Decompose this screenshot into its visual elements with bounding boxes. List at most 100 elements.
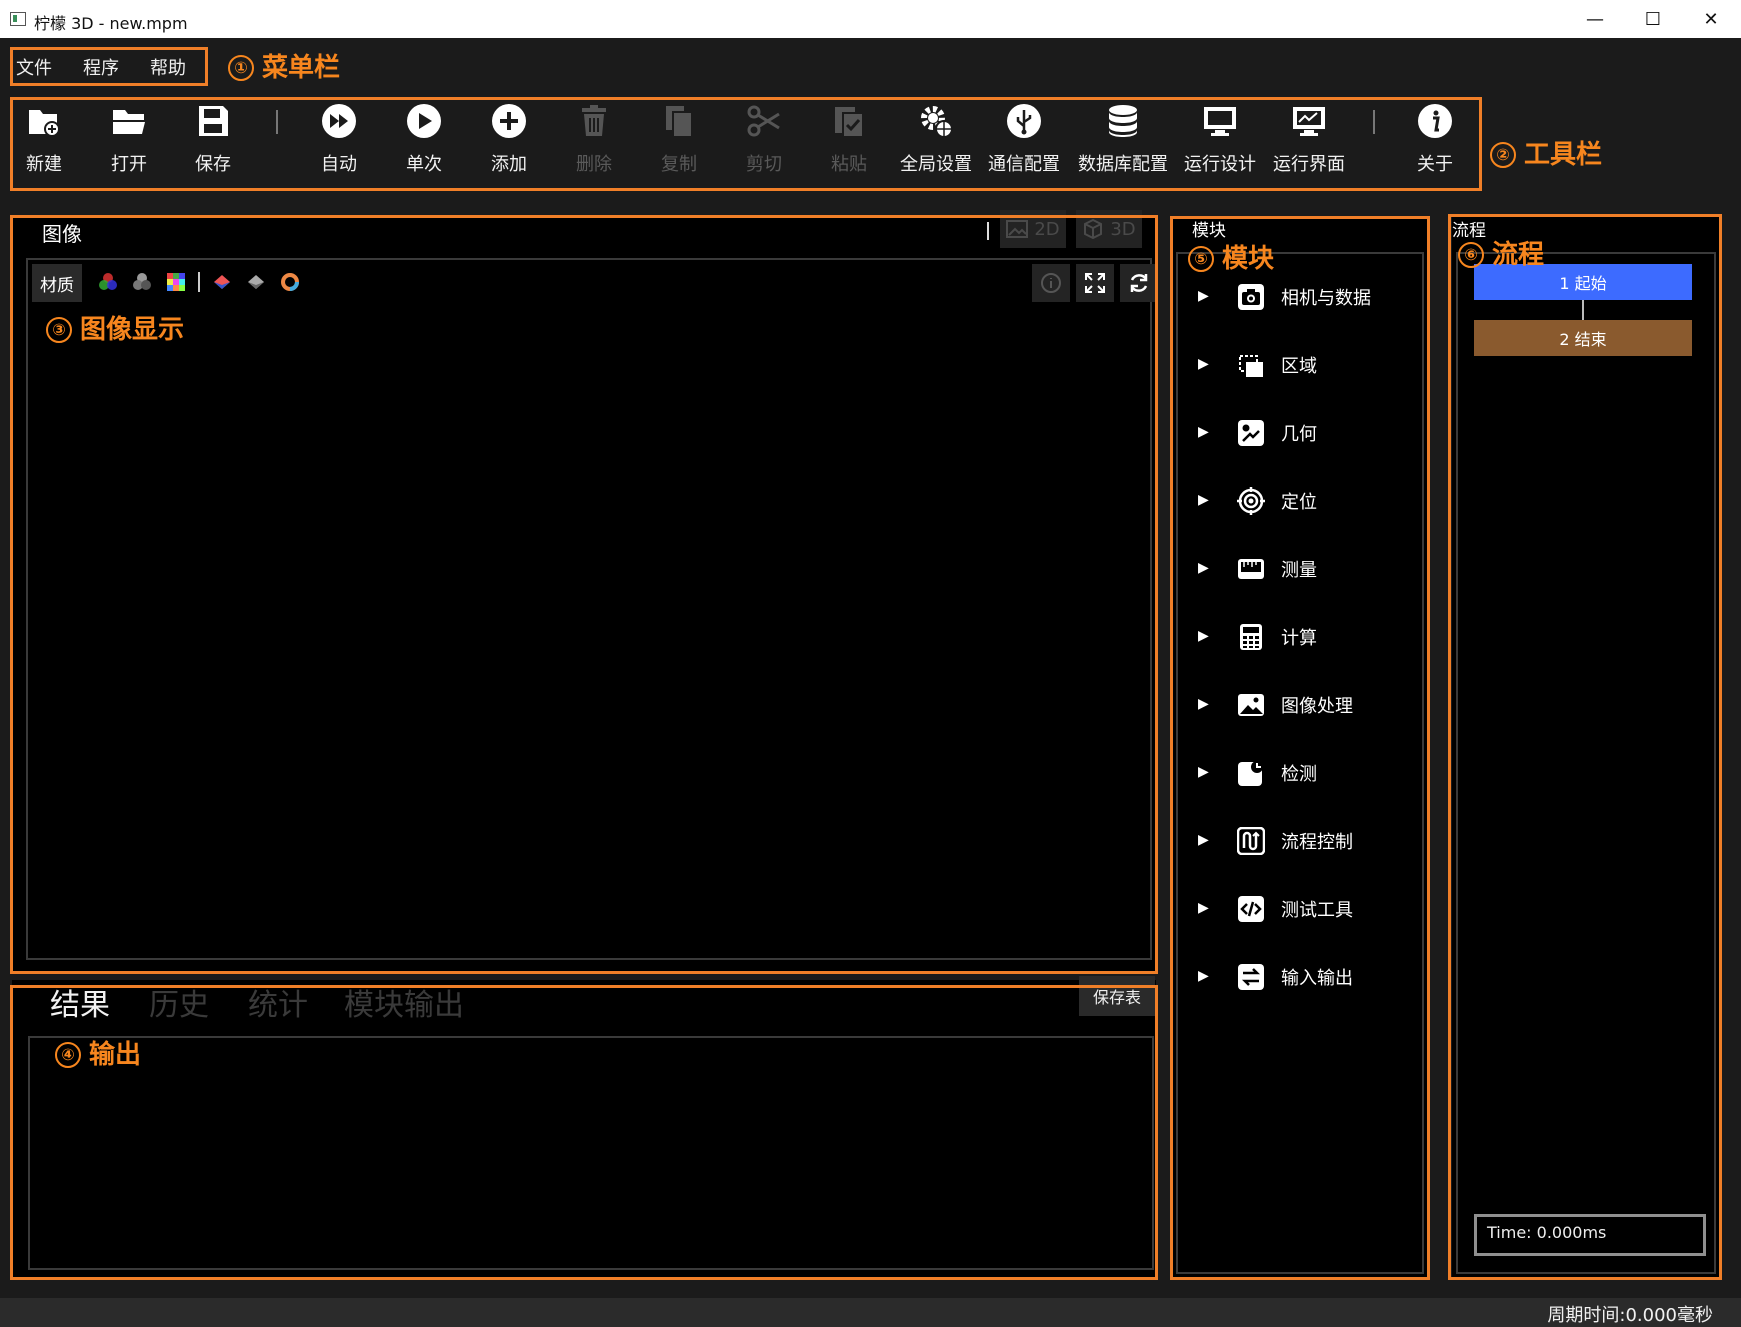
tab-history[interactable]: 历史 <box>149 980 209 1024</box>
module-item-calculate[interactable]: ▶ 计算 <box>1178 614 1422 662</box>
output-panel: 结果 历史 统计 模块输出 保存表 <box>12 976 1156 1280</box>
output-table-area[interactable] <box>28 1036 1154 1270</box>
annotation-text: 输出 <box>89 1040 142 1070</box>
copy-label: 复制 <box>661 154 697 175</box>
color-surface-icon[interactable] <box>212 272 232 292</box>
add-button[interactable]: 添加 <box>463 102 555 182</box>
module-item-measure[interactable]: ▶ 测量 <box>1178 546 1422 594</box>
annotation-number: ① <box>228 55 254 81</box>
mode-3d-button[interactable]: 3D <box>1076 210 1142 248</box>
menu-program[interactable]: 程序 <box>83 54 119 80</box>
status-bar: 周期时间:0.000毫秒 <box>0 1298 1741 1327</box>
comm-config-button[interactable]: 通信配置 <box>978 102 1070 182</box>
open-folder-icon <box>113 110 145 134</box>
copy-icon <box>666 106 693 138</box>
module-item-detect[interactable]: ▶ 检测 <box>1178 750 1422 798</box>
delete-button[interactable]: 删除 <box>548 102 640 182</box>
annotation-label-module: ⑤ 模块 <box>1188 238 1274 275</box>
copy-button[interactable]: 复制 <box>633 102 725 182</box>
paste-button[interactable]: 粘贴 <box>803 102 895 182</box>
fullscreen-button[interactable] <box>1076 264 1114 302</box>
region-icon <box>1238 352 1264 378</box>
info-button[interactable] <box>1032 264 1070 302</box>
cut-button[interactable]: 剪切 <box>718 102 810 182</box>
menu-help[interactable]: 帮助 <box>150 54 186 80</box>
expand-arrow-icon[interactable]: ▶ <box>1198 764 1209 780</box>
minimize-button[interactable]: — <box>1566 0 1624 38</box>
module-label: 图像处理 <box>1281 696 1353 717</box>
save-button[interactable]: 保存 <box>167 102 259 182</box>
image-viewer[interactable]: 材质 <box>26 258 1158 960</box>
color-grid-icon[interactable] <box>166 272 186 292</box>
module-label: 测试工具 <box>1281 900 1353 921</box>
annotation-number: ③ <box>46 317 72 343</box>
expand-arrow-icon[interactable]: ▶ <box>1198 900 1209 916</box>
camera-icon <box>1238 284 1264 310</box>
about-button[interactable]: 关于 <box>1389 102 1481 182</box>
expand-arrow-icon[interactable]: ▶ <box>1198 424 1209 440</box>
expand-arrow-icon[interactable]: ▶ <box>1198 968 1209 984</box>
image-icon <box>1238 694 1264 716</box>
flow-canvas[interactable]: 1 起始 2 结束 Time: 0.000ms <box>1456 252 1716 1274</box>
module-item-input-output[interactable]: ▶ 输入输出 <box>1178 954 1422 1002</box>
close-button[interactable]: ✕ <box>1682 0 1740 38</box>
database-config-label: 数据库配置 <box>1078 154 1168 175</box>
window-title-bar: 柠檬 3D - new.mpm — ☐ ✕ <box>0 0 1741 38</box>
run-design-button[interactable]: 运行设计 <box>1174 102 1266 182</box>
tab-statistics[interactable]: 统计 <box>248 980 308 1024</box>
module-item-camera-data[interactable]: ▶ 相机与数据 <box>1178 274 1422 322</box>
gray-circles-icon[interactable] <box>132 272 152 292</box>
material-button[interactable]: 材质 <box>32 264 82 302</box>
expand-arrow-icon[interactable]: ▶ <box>1198 832 1209 848</box>
run-interface-button[interactable]: 运行界面 <box>1263 102 1355 182</box>
module-label: 输入输出 <box>1281 968 1353 989</box>
annotation-text: 流程 <box>1492 240 1545 270</box>
trash-icon <box>582 105 606 136</box>
expand-arrow-icon[interactable]: ▶ <box>1198 628 1209 644</box>
module-label: 区域 <box>1281 356 1317 377</box>
module-list: ▶ 相机与数据 ▶ 区域 ▶ 几何 ▶ 定位 ▶ 测量 ▶ 计算 ▶ 图像处理 … <box>1176 252 1424 1274</box>
gray-surface-icon[interactable] <box>246 272 266 292</box>
mode-2d-button[interactable]: 2D <box>1000 210 1066 248</box>
module-panel: 模块 ▶ 相机与数据 ▶ 区域 ▶ 几何 ▶ 定位 ▶ 测量 ▶ 计算 ▶ 图像… <box>1172 216 1428 1280</box>
open-button[interactable]: 打开 <box>83 102 175 182</box>
single-run-button[interactable]: 单次 <box>378 102 470 182</box>
mode-2d-label: 2D <box>1034 218 1060 240</box>
expand-arrow-icon[interactable]: ▶ <box>1198 696 1209 712</box>
rgb-circles-icon[interactable] <box>98 272 118 292</box>
annotation-text: 工具栏 <box>1524 140 1603 170</box>
tab-results[interactable]: 结果 <box>50 980 110 1024</box>
new-button[interactable]: 新建 <box>0 102 90 182</box>
module-item-flow-control[interactable]: ▶ 流程控制 <box>1178 818 1422 866</box>
refresh-icon <box>1130 274 1148 292</box>
save-table-button[interactable]: 保存表 <box>1079 976 1155 1016</box>
new-folder-icon <box>29 110 60 137</box>
tab-module-output[interactable]: 模块输出 <box>344 980 464 1024</box>
module-label: 计算 <box>1281 628 1317 649</box>
module-item-image-processing[interactable]: ▶ 图像处理 <box>1178 682 1422 730</box>
module-item-location[interactable]: ▶ 定位 <box>1178 478 1422 526</box>
add-icon <box>492 104 526 138</box>
mode-3d-label: 3D <box>1110 218 1136 240</box>
flow-node-end[interactable]: 2 结束 <box>1474 320 1692 356</box>
expand-arrow-icon[interactable]: ▶ <box>1198 492 1209 508</box>
expand-icon <box>1085 273 1105 293</box>
menu-file[interactable]: 文件 <box>16 54 52 80</box>
window-title: 柠檬 3D - new.mpm <box>34 14 188 33</box>
global-settings-button[interactable]: 全局设置 <box>890 102 982 182</box>
module-item-region[interactable]: ▶ 区域 <box>1178 342 1422 390</box>
auto-run-button[interactable]: 自动 <box>293 102 385 182</box>
refresh-button[interactable] <box>1120 264 1158 302</box>
color-ring-icon[interactable] <box>280 272 300 292</box>
expand-arrow-icon[interactable]: ▶ <box>1198 288 1209 304</box>
module-item-geometry[interactable]: ▶ 几何 <box>1178 410 1422 458</box>
annotation-label-image: ③ 图像显示 <box>46 309 184 346</box>
about-label: 关于 <box>1417 154 1453 175</box>
expand-arrow-icon[interactable]: ▶ <box>1198 356 1209 372</box>
database-config-button[interactable]: 数据库配置 <box>1077 102 1169 182</box>
maximize-button[interactable]: ☐ <box>1624 0 1682 38</box>
module-item-test-tools[interactable]: ▶ 测试工具 <box>1178 886 1422 934</box>
monitor-icon <box>1204 107 1236 136</box>
expand-arrow-icon[interactable]: ▶ <box>1198 560 1209 576</box>
code-icon <box>1238 896 1264 922</box>
